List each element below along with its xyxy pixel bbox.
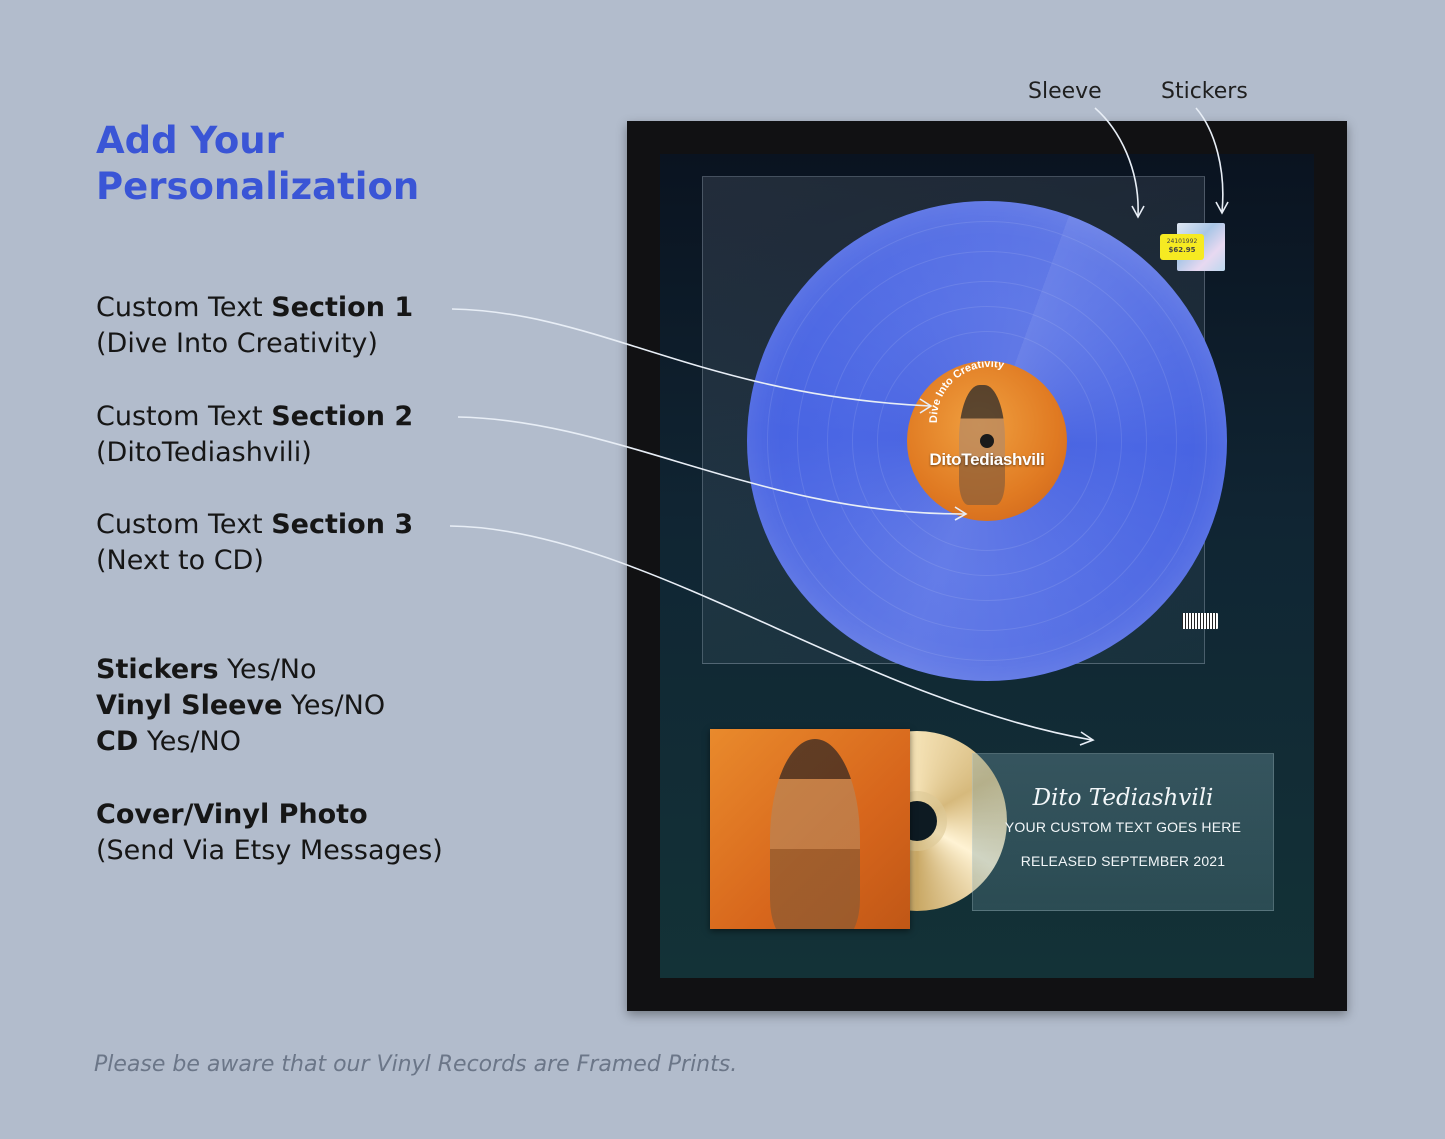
section-1-detail: (Dive Into Creativity)	[96, 328, 378, 359]
option-cd-label: CD	[96, 726, 139, 757]
price-sticker: 24101992 $62.95	[1160, 234, 1204, 260]
stickers-annotation: Stickers	[1161, 79, 1248, 104]
svg-text:Dive Into Creativity: Dive Into Creativity	[928, 361, 1006, 423]
section-3-title: Section 3	[271, 509, 414, 540]
plaque-line-1: YOUR CUSTOM TEXT GOES HERE	[1004, 819, 1242, 835]
plaque-signature: Dito Tediashvili	[1032, 785, 1214, 811]
plaque-line-2: RELEASED SEPTEMBER 2021	[1020, 853, 1226, 869]
barcode-sticker	[1182, 613, 1218, 629]
section-3-detail: (Next to CD)	[96, 545, 264, 576]
option-vinyl-sleeve: Vinyl Sleeve Yes/NO	[96, 688, 385, 724]
option-stickers-value: Yes/No	[218, 654, 317, 685]
section-3-prefix: Custom Text	[96, 509, 272, 540]
title-line-1: Add Your	[96, 119, 284, 162]
section-1-prefix: Custom Text	[96, 292, 272, 323]
text-plaque: Dito Tediashvili YOUR CUSTOM TEXT GOES H…	[972, 753, 1274, 911]
title-line-2: Personalization	[96, 165, 420, 208]
section-2-detail: (DitoTediashvili)	[96, 437, 312, 468]
cover-photo-detail: (Send Via Etsy Messages)	[96, 835, 443, 866]
option-stickers: Stickers Yes/No	[96, 652, 385, 688]
picture-frame: Dive Into Creativity DitoTediashvili 241…	[627, 121, 1347, 1011]
spindle-hole	[980, 434, 994, 448]
custom-text-section-1: Custom Text Section 1 (Dive Into Creativ…	[96, 290, 413, 362]
cover-photo-note: Cover/Vinyl Photo (Send Via Etsy Message…	[96, 797, 443, 869]
album-cover	[710, 729, 910, 929]
custom-text-section-2: Custom Text Section 2 (DitoTediashvili)	[96, 399, 413, 471]
price-code: 24101992	[1166, 238, 1198, 245]
option-vinyl-sleeve-label: Vinyl Sleeve	[96, 690, 283, 721]
option-cd-value: Yes/NO	[138, 726, 241, 757]
footnote: Please be aware that our Vinyl Records a…	[94, 1052, 738, 1077]
custom-text-section-3: Custom Text Section 3 (Next to CD)	[96, 507, 413, 579]
option-list: Stickers Yes/No Vinyl Sleeve Yes/NO CD Y…	[96, 652, 385, 760]
cover-photo-title: Cover/Vinyl Photo	[96, 799, 368, 830]
record-label: Dive Into Creativity DitoTediashvili	[907, 361, 1067, 521]
option-vinyl-sleeve-value: Yes/NO	[282, 690, 386, 721]
section-2-title: Section 2	[271, 401, 414, 432]
price-value: $62.95	[1168, 246, 1196, 254]
cover-portrait	[770, 739, 860, 929]
option-stickers-label: Stickers	[96, 654, 219, 685]
section-1-title: Section 1	[271, 292, 414, 323]
label-top-text: Dive Into Creativity	[928, 361, 1006, 423]
vinyl-record: Dive Into Creativity DitoTediashvili	[747, 201, 1227, 681]
section-2-prefix: Custom Text	[96, 401, 272, 432]
sleeve-annotation: Sleeve	[1028, 79, 1102, 104]
option-cd: CD Yes/NO	[96, 724, 385, 760]
page-title: Add Your Personalization	[96, 118, 419, 210]
label-artist: DitoTediashvili	[929, 450, 1045, 469]
